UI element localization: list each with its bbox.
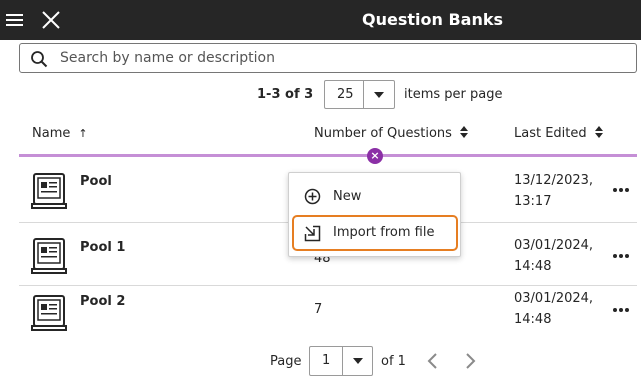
last-edited: 03/01/2024, 14:48 [514, 235, 593, 277]
more-options-icon[interactable] [611, 184, 631, 196]
table-row[interactable]: Pool 2 7 03/01/2024, 14:48 [19, 286, 637, 342]
close-icon[interactable] [42, 11, 60, 29]
column-header-name[interactable]: Name ↑ [32, 126, 88, 146]
select-divider [342, 347, 343, 375]
last-edited-date: 03/01/2024, [514, 291, 594, 306]
items-per-page-value: 25 [337, 87, 354, 102]
results-count: 1-3 of 3 [257, 87, 314, 102]
last-edited-date: 13/12/2023, [514, 173, 594, 188]
page-label: Page [270, 354, 302, 369]
column-label-last-edited: Last Edited [514, 126, 587, 141]
last-edited-time: 13:17 [514, 194, 552, 209]
last-edited-date: 03/01/2024, [514, 238, 594, 253]
menu-item-import-from-file[interactable]: Import from file [292, 215, 458, 251]
chevron-left-icon[interactable] [425, 352, 439, 370]
menu-item-label: New [333, 189, 362, 204]
menu-item-label: Import from file [333, 225, 435, 240]
sort-ascending-icon: ↑ [78, 127, 88, 140]
chevron-down-icon [353, 358, 363, 364]
top-bar: Question Banks [0, 0, 641, 40]
items-per-page-select[interactable]: 25 [324, 80, 395, 109]
hamburger-icon[interactable] [6, 11, 24, 29]
pool-name[interactable]: Pool [80, 174, 112, 189]
question-pool-icon [31, 173, 67, 209]
select-divider [363, 81, 364, 108]
last-edited-time: 14:48 [514, 312, 552, 327]
sort-icon [459, 126, 468, 138]
search-input[interactable] [60, 47, 620, 69]
pool-name[interactable]: Pool 2 [80, 294, 125, 309]
pool-name[interactable]: Pool 1 [80, 240, 125, 255]
pagination-bottom: Page 1 of 1 [0, 346, 641, 376]
pagination-top: 1-3 of 3 25 items per page [0, 80, 641, 110]
last-edited-time: 14:48 [514, 259, 552, 274]
column-label-name: Name [32, 126, 71, 141]
page-title: Question Banks [362, 10, 503, 29]
insert-divider-line [19, 154, 637, 157]
import-icon [304, 225, 321, 242]
last-edited: 13/12/2023, 13:17 [514, 170, 593, 212]
chevron-down-icon [374, 92, 384, 98]
more-options-icon[interactable] [611, 304, 631, 316]
search-icon [31, 51, 48, 68]
search-box [19, 43, 637, 73]
question-pool-icon [31, 295, 67, 331]
add-menu: New Import from file [288, 172, 461, 257]
column-header-questions[interactable]: Number of Questions [314, 126, 468, 146]
menu-item-new[interactable]: New [293, 180, 457, 214]
sort-icon [594, 126, 603, 138]
page-total: of 1 [381, 354, 406, 369]
column-label-questions: Number of Questions [314, 126, 452, 141]
chevron-right-icon[interactable] [464, 352, 478, 370]
page-select-value: 1 [322, 353, 331, 368]
plus-circle-icon [304, 188, 321, 205]
last-edited: 03/01/2024, 14:48 [514, 288, 593, 330]
more-options-icon[interactable] [611, 250, 631, 262]
question-count: 7 [314, 302, 323, 317]
question-pool-icon [31, 238, 67, 274]
page-select[interactable]: 1 [309, 346, 373, 376]
column-header-last-edited[interactable]: Last Edited [514, 126, 603, 146]
items-per-page-label: items per page [404, 87, 503, 102]
